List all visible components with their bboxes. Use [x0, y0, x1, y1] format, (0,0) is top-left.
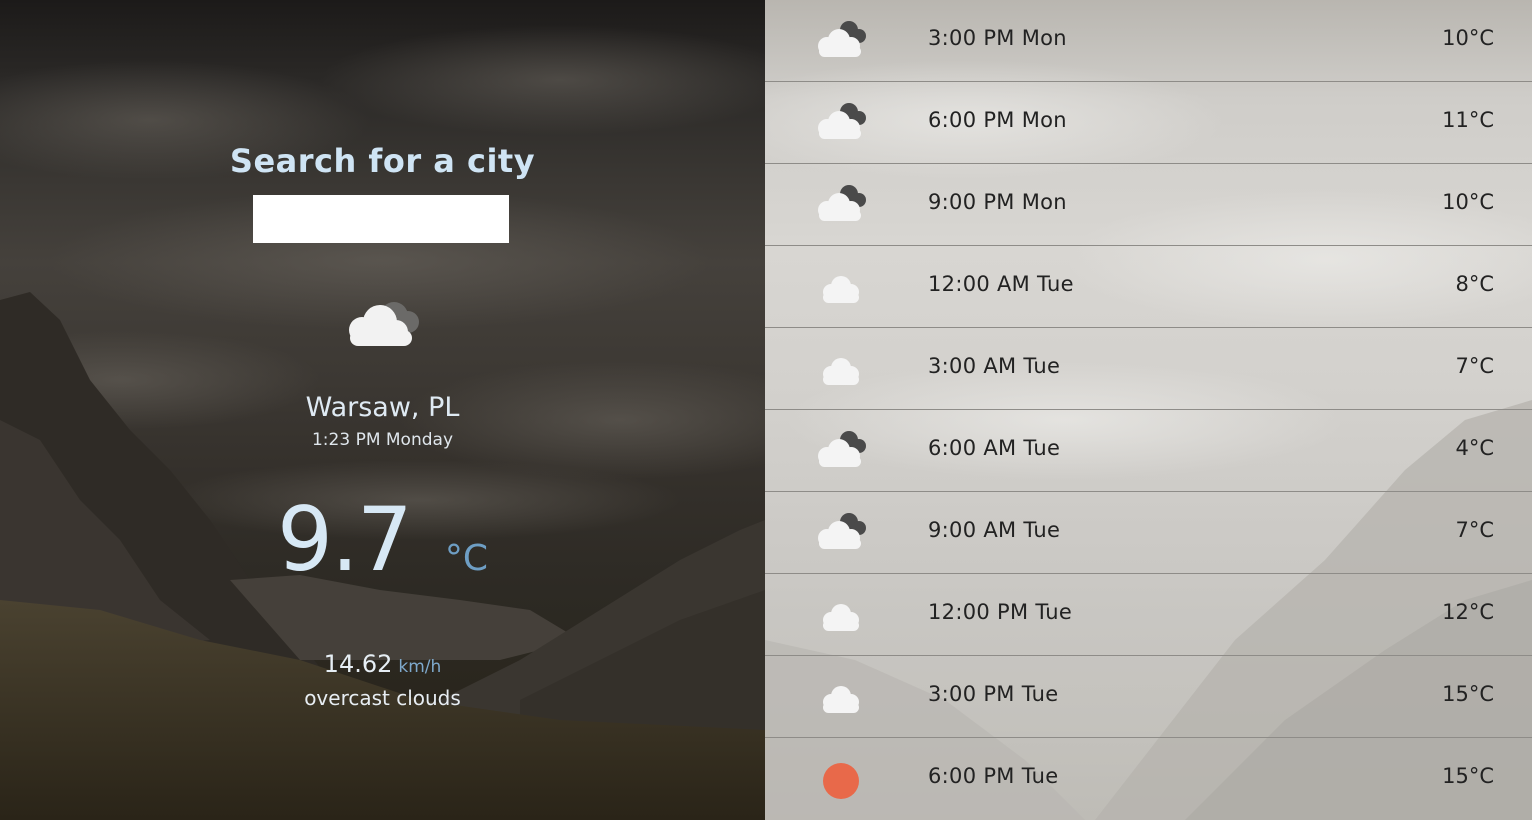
- current-weather-panel: Search for a city Warsaw, PL 1:23 PM Mon…: [0, 0, 765, 820]
- forecast-temp: 11°C: [1442, 108, 1494, 132]
- forecast-temp: 4°C: [1455, 436, 1494, 460]
- broken-clouds-icon: [818, 21, 866, 57]
- forecast-temp: 7°C: [1455, 354, 1494, 378]
- forecast-temp: 8°C: [1455, 272, 1494, 296]
- forecast-row: 3:00 AM Tue 7°C: [765, 328, 1532, 410]
- forecast-temp: 7°C: [1455, 518, 1494, 542]
- temperature-value: 9.7: [276, 488, 413, 591]
- forecast-row: 6:00 PM Mon 11°C: [765, 82, 1532, 164]
- city-name: Warsaw, PL: [305, 392, 460, 423]
- forecast-row: 9:00 PM Mon 10°C: [765, 164, 1532, 246]
- wind-speed-value: 14.62: [323, 650, 393, 678]
- broken-clouds-icon: [818, 513, 866, 549]
- weather-description: overcast clouds: [304, 686, 461, 710]
- forecast-time: 3:00 PM Tue: [928, 682, 1059, 706]
- forecast-row: 3:00 PM Mon 10°C: [765, 0, 1532, 82]
- broken-clouds-icon: [818, 103, 866, 139]
- forecast-row: 3:00 PM Tue 15°C: [765, 656, 1532, 738]
- current-weather-content: Search for a city Warsaw, PL 1:23 PM Mon…: [0, 0, 765, 820]
- temperature-unit: °C: [444, 538, 489, 579]
- forecast-time: 6:00 AM Tue: [928, 436, 1061, 460]
- forecast-time: 3:00 PM Mon: [928, 26, 1067, 50]
- forecast-list: 3:00 PM Mon 10°C 6:00 PM Mon 11°C 9:00 P…: [765, 0, 1532, 820]
- forecast-time: 6:00 PM Mon: [928, 108, 1067, 132]
- forecast-time: 6:00 PM Tue: [928, 764, 1059, 788]
- forecast-temp: 10°C: [1442, 190, 1494, 214]
- forecast-time: 3:00 AM Tue: [928, 354, 1061, 378]
- forecast-temp: 12°C: [1442, 600, 1494, 624]
- wind-speed-unit: km/h: [398, 657, 442, 677]
- forecast-time: 12:00 AM Tue: [928, 272, 1074, 296]
- overcast-clouds-icon: [349, 302, 419, 346]
- forecast-panel: 3:00 PM Mon 10°C 6:00 PM Mon 11°C 9:00 P…: [765, 0, 1532, 820]
- cloud-icon: [823, 276, 859, 303]
- forecast-time: 12:00 PM Tue: [928, 600, 1073, 624]
- forecast-row: 9:00 AM Tue 7°C: [765, 492, 1532, 574]
- wind-speed: 14.62 km/h: [0, 650, 765, 678]
- forecast-temp: 15°C: [1442, 682, 1494, 706]
- search-title: Search for a city: [229, 142, 536, 180]
- cloud-icon: [823, 686, 859, 713]
- weather-app: Search for a city Warsaw, PL 1:23 PM Mon…: [0, 0, 1532, 820]
- city-search-input[interactable]: [253, 195, 509, 243]
- local-datetime: 1:23 PM Monday: [311, 430, 453, 450]
- sun-icon: [823, 763, 859, 799]
- broken-clouds-icon: [818, 431, 866, 467]
- cloud-icon: [823, 604, 859, 631]
- forecast-temp: 15°C: [1442, 764, 1494, 788]
- forecast-row: 6:00 PM Tue 15°C: [765, 738, 1532, 820]
- current-temperature: 9.7 °C: [0, 496, 765, 584]
- forecast-row: 12:00 AM Tue 8°C: [765, 246, 1532, 328]
- forecast-row: 12:00 PM Tue 12°C: [765, 574, 1532, 656]
- forecast-time: 9:00 AM Tue: [928, 518, 1061, 542]
- broken-clouds-icon: [818, 185, 866, 221]
- cloud-icon: [823, 358, 859, 385]
- forecast-temp: 10°C: [1442, 26, 1494, 50]
- forecast-row: 6:00 AM Tue 4°C: [765, 410, 1532, 492]
- forecast-time: 9:00 PM Mon: [928, 190, 1067, 214]
